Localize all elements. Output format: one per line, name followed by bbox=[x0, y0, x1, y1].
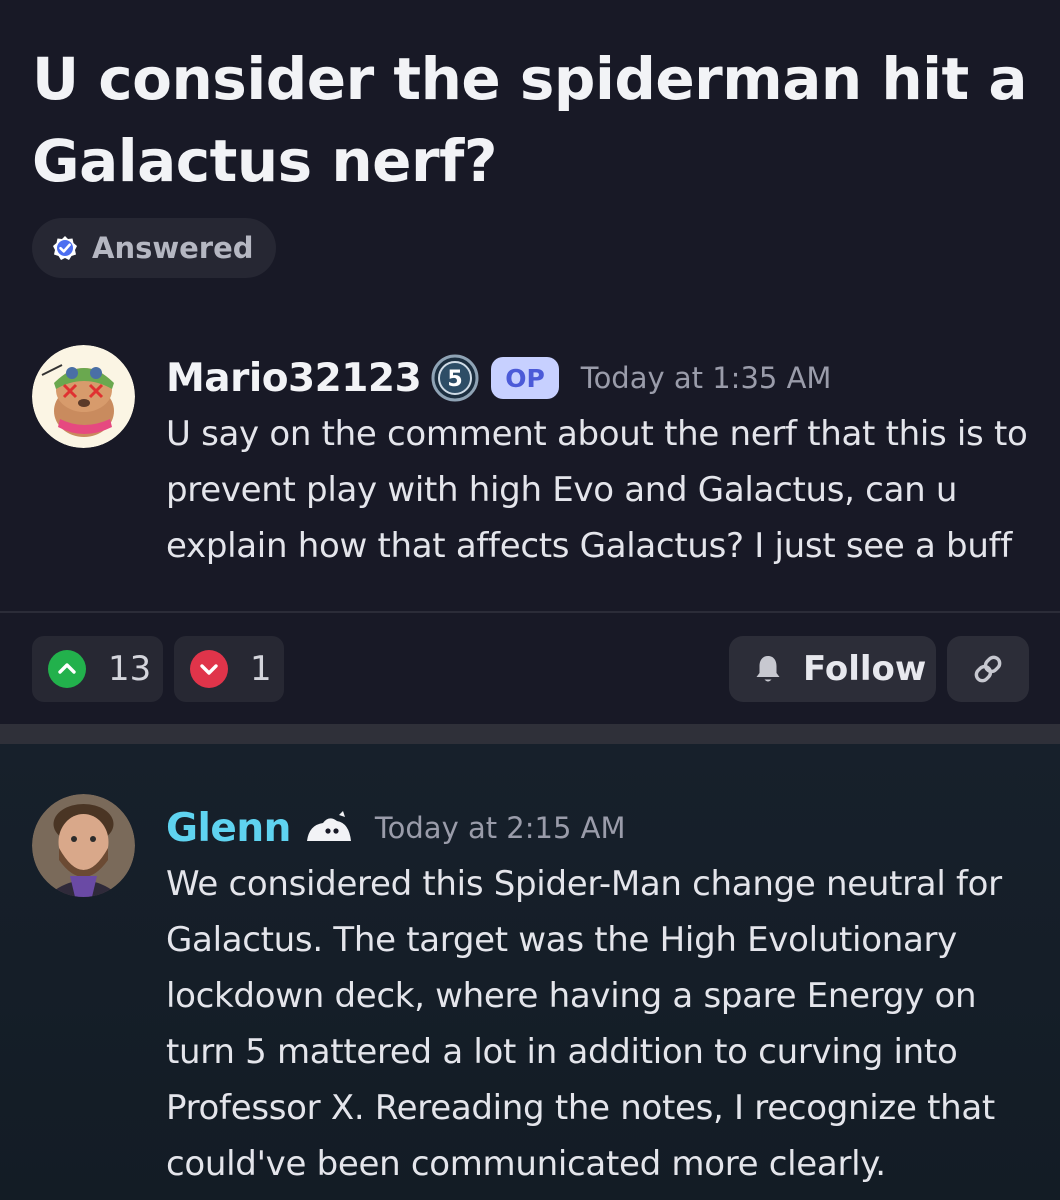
svg-text:5: 5 bbox=[448, 367, 463, 392]
author-name[interactable]: Glenn bbox=[166, 806, 291, 851]
post-header: Glenn Today at 2:15 AM bbox=[166, 800, 626, 856]
downvote-button[interactable]: 1 bbox=[174, 636, 284, 702]
answered-label: Answered bbox=[92, 231, 254, 265]
follow-label: Follow bbox=[803, 649, 927, 689]
follow-button[interactable]: Follow bbox=[729, 636, 936, 702]
upvote-count: 13 bbox=[108, 649, 152, 689]
post-body: U say on the comment about the nerf that… bbox=[166, 414, 1028, 566]
reply-body: We considered this Spider-Man change neu… bbox=[166, 864, 1002, 1184]
chevron-down-icon bbox=[190, 650, 228, 688]
avatar[interactable] bbox=[32, 794, 135, 897]
reply-section: Glenn Today at 2:15 AM We considered thi… bbox=[0, 744, 1060, 1200]
question-section: U consider the spiderman hit a Galactus … bbox=[0, 0, 1060, 724]
downvote-count: 1 bbox=[250, 649, 272, 689]
avatar[interactable] bbox=[32, 345, 135, 448]
action-bar: 13 1 Follow bbox=[0, 636, 1060, 702]
section-separator bbox=[0, 724, 1060, 744]
post-timestamp: Today at 1:35 AM bbox=[580, 361, 832, 395]
answered-badge: Answered bbox=[32, 218, 276, 278]
ghost-badge-icon bbox=[303, 811, 355, 845]
post-header: Mario32123 5 OP Today at 1:35 AM bbox=[166, 350, 831, 406]
upvote-button[interactable]: 13 bbox=[32, 636, 163, 702]
link-icon bbox=[970, 651, 1006, 687]
level-badge-icon: 5 bbox=[431, 354, 479, 402]
reply-timestamp: Today at 2:15 AM bbox=[374, 811, 626, 845]
op-badge: OP bbox=[491, 357, 559, 399]
divider bbox=[0, 611, 1060, 613]
author-name[interactable]: Mario32123 bbox=[166, 356, 422, 401]
check-circle-icon bbox=[52, 235, 78, 261]
thread-title: U consider the spiderman hit a Galactus … bbox=[32, 45, 1028, 195]
chevron-up-icon bbox=[48, 650, 86, 688]
bell-icon bbox=[751, 652, 785, 686]
copy-link-button[interactable] bbox=[947, 636, 1029, 702]
